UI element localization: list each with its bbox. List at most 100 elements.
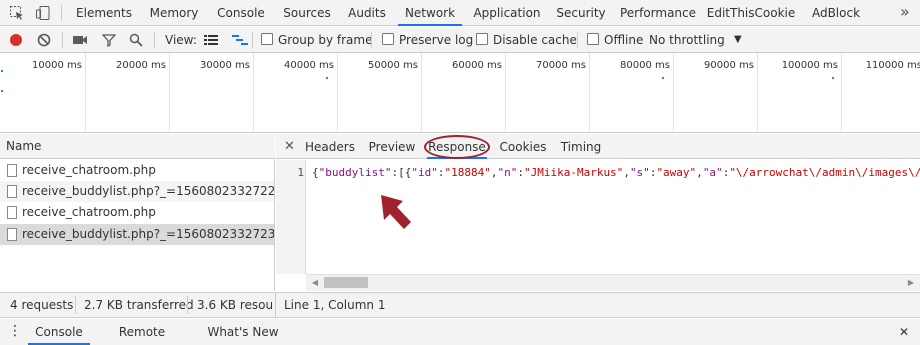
close-drawer-icon[interactable]: ✕	[896, 319, 912, 345]
search-icon[interactable]	[127, 31, 145, 49]
tab-application[interactable]: Application	[470, 0, 544, 26]
offline-checkbox[interactable]	[587, 33, 599, 45]
json-token: {	[312, 166, 319, 179]
status-divider	[187, 296, 188, 314]
filter-icon[interactable]	[100, 31, 118, 49]
status-divider	[75, 296, 76, 314]
tab-elements[interactable]: Elements	[72, 0, 136, 26]
scrollbar-thumb[interactable]	[324, 277, 368, 288]
tab-headers[interactable]: Headers	[302, 134, 358, 159]
clear-icon[interactable]	[35, 31, 53, 49]
timeline-gridline	[85, 53, 86, 133]
tab-timing[interactable]: Timing	[556, 134, 606, 159]
tab-network[interactable]: Network	[398, 0, 462, 26]
timeline-gridline	[337, 53, 338, 133]
tab-editthiscookie[interactable]: EditThisCookie	[706, 0, 796, 26]
timeline-gridline	[253, 53, 254, 133]
timeline-gridline	[589, 53, 590, 133]
drawer-tab-remote-devices[interactable]: Remote devices	[96, 319, 188, 345]
preserve-log-label: Preserve log	[399, 33, 474, 47]
timeline-gridline	[757, 53, 758, 133]
toolbar-divider	[61, 5, 62, 21]
toolbar-divider	[154, 32, 155, 48]
request-row[interactable]: receive_chatroom.php	[0, 202, 274, 223]
transferred-size: 2.7 KB transferred	[84, 298, 194, 312]
timeline-tick-label: 110000 ms	[865, 60, 920, 71]
json-token: "18884"	[444, 166, 491, 179]
timeline-tick-label: 70000 ms	[536, 60, 586, 71]
timeline-tick-label: 20000 ms	[116, 60, 166, 71]
timeline-tick-label: 10000 ms	[32, 60, 82, 71]
timeline-tick-label: 60000 ms	[452, 60, 502, 71]
request-row[interactable]: receive_chatroom.php	[0, 160, 274, 181]
json-token: "s"	[629, 166, 650, 179]
timeline-gridline	[841, 53, 842, 133]
large-rows-icon[interactable]	[202, 31, 220, 49]
waterfall-icon[interactable]	[231, 31, 249, 49]
group-by-frame-label: Group by frame	[278, 33, 373, 47]
json-token: :	[517, 166, 524, 179]
request-count: 4 requests	[10, 298, 74, 312]
file-icon	[7, 164, 17, 177]
annotation-arrow-icon	[381, 195, 411, 229]
scroll-left-icon[interactable]: ◀	[308, 275, 322, 290]
offline-label: Offline	[604, 33, 644, 47]
close-icon[interactable]: ✕	[284, 134, 295, 159]
timeline-tick-label: 100000 ms	[781, 60, 838, 71]
json-token: :[{	[391, 166, 412, 179]
timeline-event-marker	[832, 77, 834, 79]
request-row-selected[interactable]: receive_buddylist.php?_=1560802332723	[0, 224, 274, 245]
disable-cache-checkbox[interactable]	[476, 33, 488, 45]
record-button[interactable]	[7, 31, 25, 49]
tab-cookies[interactable]: Cookies	[494, 134, 552, 159]
video-camera-icon[interactable]	[71, 31, 89, 49]
response-body[interactable]: {"buddylist":[{"id":"18884","n":"JMiika-…	[312, 166, 920, 179]
chevron-down-icon[interactable]: ▼	[734, 27, 742, 53]
json-token: "away"	[656, 166, 697, 179]
tab-audits[interactable]: Audits	[342, 0, 392, 26]
preserve-log-checkbox[interactable]	[382, 33, 394, 45]
tab-memory[interactable]: Memory	[143, 0, 205, 26]
name-column-header[interactable]: Name	[0, 134, 275, 159]
tab-security[interactable]: Security	[553, 0, 609, 26]
tab-console[interactable]: Console	[211, 0, 271, 26]
toolbar-divider	[62, 32, 63, 48]
timeline-event-marker	[326, 77, 328, 79]
file-icon	[7, 228, 17, 241]
tab-adblock[interactable]: AdBlock	[808, 0, 864, 26]
drawer-tab-whats-new[interactable]: What's New	[204, 319, 282, 345]
timeline-tick-label: 50000 ms	[368, 60, 418, 71]
request-row[interactable]: receive_buddylist.php?_=1560802332722	[0, 181, 274, 202]
toolbar-divider	[577, 32, 578, 48]
json-token: ,	[696, 166, 703, 179]
throttling-select[interactable]: No throttling	[649, 27, 725, 53]
tab-performance[interactable]: Performance	[618, 0, 698, 26]
timeline-gridline	[673, 53, 674, 133]
drawer-menu-icon[interactable]: ⋮	[8, 319, 22, 345]
drawer-tab-console[interactable]: Console	[28, 319, 90, 345]
json-token: "a"	[702, 166, 723, 179]
view-label: View:	[165, 33, 197, 47]
json-token: "n"	[497, 166, 518, 179]
scroll-right-icon[interactable]: ▶	[904, 275, 918, 290]
disable-cache-label: Disable cache	[493, 33, 577, 47]
timeline-gridline	[421, 53, 422, 133]
file-icon	[7, 206, 17, 219]
timeline-gridline	[505, 53, 506, 133]
json-token: "buddylist"	[318, 166, 392, 179]
tab-sources[interactable]: Sources	[279, 0, 335, 26]
inspect-element-icon[interactable]	[8, 4, 26, 22]
toolbar-divider	[371, 32, 372, 48]
resources-size: 3.6 KB resourc	[197, 298, 273, 312]
group-by-frame-checkbox[interactable]	[261, 33, 273, 45]
timeline-tick-label: 30000 ms	[200, 60, 250, 71]
status-divider	[275, 292, 276, 318]
annotation-ellipse	[424, 135, 490, 159]
timeline-tick-label: 80000 ms	[620, 60, 670, 71]
timeline-tick-label: 40000 ms	[284, 60, 334, 71]
horizontal-scrollbar[interactable]	[306, 274, 920, 291]
more-tabs-icon[interactable]: »	[900, 0, 910, 26]
device-toolbar-icon[interactable]	[34, 4, 52, 22]
line-number: 1	[297, 166, 304, 179]
tab-preview[interactable]: Preview	[364, 134, 420, 159]
